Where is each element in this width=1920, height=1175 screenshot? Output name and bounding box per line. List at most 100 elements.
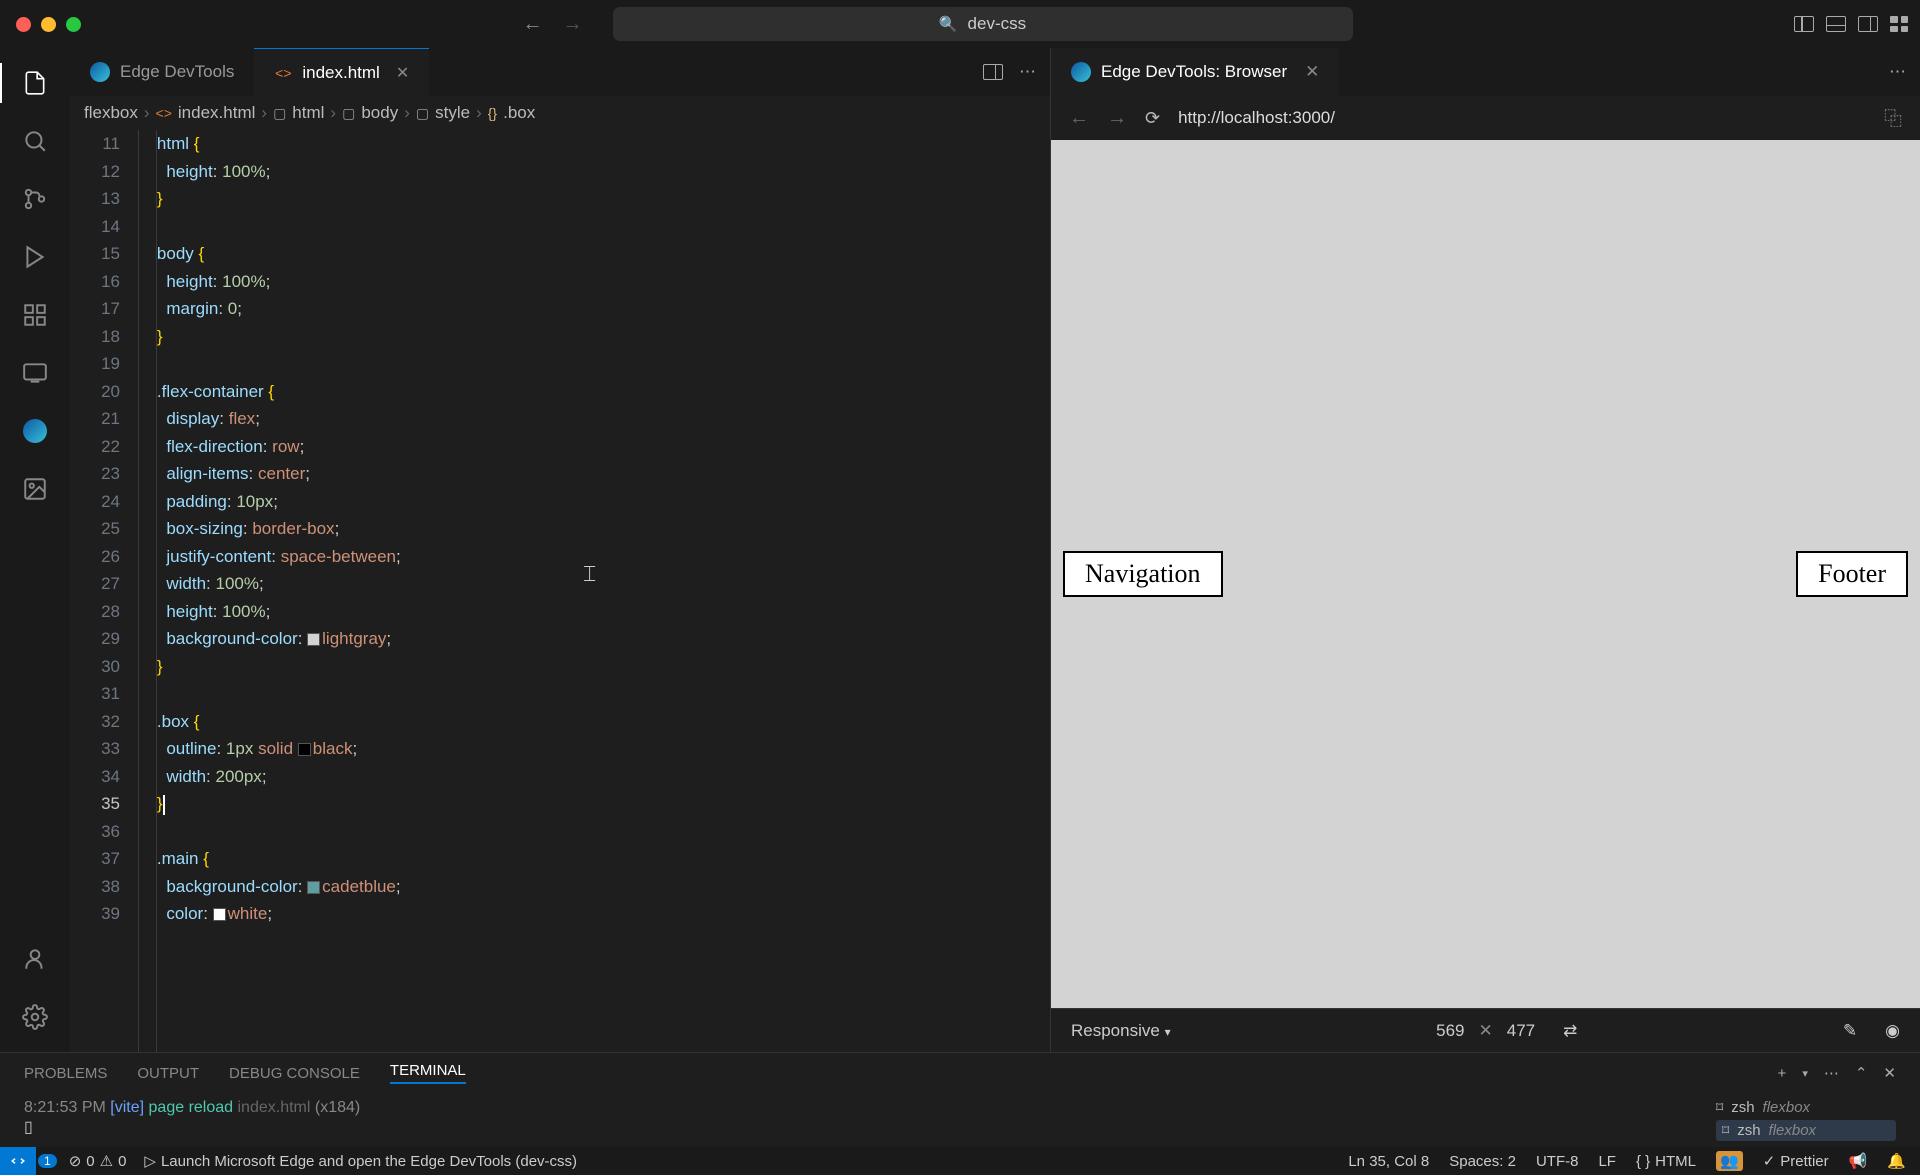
eol[interactable]: LF: [1598, 1153, 1616, 1170]
screencast-icon[interactable]: ✎: [1843, 1021, 1857, 1041]
close-window[interactable]: [16, 17, 31, 32]
html-file-icon: <>: [274, 64, 292, 82]
terminal-file: index.html: [238, 1099, 311, 1116]
close-tab-icon[interactable]: ✕: [1305, 62, 1319, 82]
url-input[interactable]: http://localhost:3000/: [1178, 108, 1866, 128]
debug-icon: ▷: [144, 1152, 156, 1170]
terminal-count: (x184): [315, 1099, 360, 1116]
close-panel-icon[interactable]: ✕: [1883, 1064, 1896, 1082]
panel-bottom-icon[interactable]: [1826, 16, 1846, 32]
activity-bar: [0, 48, 70, 1052]
terminal[interactable]: 8:21:53 PM [vite] page reload index.html…: [0, 1093, 1920, 1147]
breadcrumb-item[interactable]: style: [435, 103, 470, 123]
back-arrow[interactable]: ←: [523, 13, 543, 36]
tab-edge-browser[interactable]: Edge DevTools: Browser ✕: [1051, 48, 1339, 96]
customize-layout-icon[interactable]: [1890, 16, 1908, 32]
errors-warnings[interactable]: ⊘0 ⚠0: [69, 1152, 127, 1170]
live-share-icon[interactable]: 👥: [1716, 1151, 1743, 1171]
edge-icon: [90, 62, 110, 82]
edge-icon: [1071, 62, 1091, 82]
cursor-position[interactable]: Ln 35, Col 8: [1348, 1153, 1429, 1170]
encoding[interactable]: UTF-8: [1536, 1153, 1579, 1170]
accounts-icon[interactable]: [20, 944, 50, 974]
extensions-icon[interactable]: [20, 300, 50, 330]
bottom-panel: PROBLEMS OUTPUT DEBUG CONSOLE TERMINAL +…: [0, 1052, 1920, 1147]
forward-arrow[interactable]: →: [563, 13, 583, 36]
maximize-window[interactable]: [66, 17, 81, 32]
breadcrumb-item[interactable]: index.html: [178, 103, 255, 123]
maximize-panel-icon[interactable]: ⌃: [1855, 1064, 1868, 1082]
explorer-icon[interactable]: [20, 68, 50, 98]
tab-index-html[interactable]: <> index.html ✕: [254, 48, 429, 96]
editor-tabs: Edge DevTools <> index.html ✕ ⋯: [70, 48, 1050, 96]
split-editor-icon[interactable]: [983, 64, 1003, 80]
browser-tabs: Edge DevTools: Browser ✕ ⋯: [1051, 48, 1920, 96]
more-terminal-actions-icon[interactable]: ⋯: [1824, 1064, 1839, 1082]
preview-box-footer: Footer: [1796, 551, 1908, 597]
indentation[interactable]: Spaces: 2: [1449, 1153, 1516, 1170]
emulation-settings-icon[interactable]: ◉: [1885, 1021, 1900, 1041]
remote-indicator[interactable]: [0, 1147, 36, 1175]
close-tab-icon[interactable]: ✕: [396, 63, 409, 83]
shell-icon: ⌑: [1716, 1099, 1723, 1116]
terminal-tag: [vite]: [110, 1099, 144, 1116]
breadcrumb-item[interactable]: body: [361, 103, 398, 123]
search-text: dev-css: [968, 14, 1027, 34]
symbol-icon: ▢: [273, 105, 286, 122]
editor-group-left: Edge DevTools <> index.html ✕ ⋯ flexbox›…: [70, 48, 1050, 1052]
html-file-icon: <>: [156, 105, 172, 121]
notifications-badge[interactable]: 1: [38, 1154, 57, 1168]
browser-forward-icon[interactable]: →: [1107, 107, 1127, 130]
panel-left-icon[interactable]: [1794, 16, 1814, 32]
new-terminal-icon[interactable]: +: [1778, 1065, 1787, 1082]
run-debug-icon[interactable]: [20, 242, 50, 272]
feedback-icon[interactable]: 📢: [1849, 1152, 1868, 1170]
terminal-item[interactable]: ⌑ zsh flexbox: [1716, 1099, 1896, 1116]
rotate-icon[interactable]: ⇄: [1563, 1021, 1577, 1041]
terminal-prompt: ▯: [24, 1117, 1716, 1137]
code-content[interactable]: ⌶ html { height: 100%; } body { height: …: [138, 130, 1050, 1052]
warning-icon: ⚠: [100, 1152, 113, 1170]
browser-preview[interactable]: Navigation Footer: [1051, 140, 1920, 1008]
edge-tools-icon[interactable]: [20, 416, 50, 446]
tab-label: index.html: [302, 63, 379, 83]
image-preview-icon[interactable]: [20, 474, 50, 504]
tab-problems[interactable]: PROBLEMS: [24, 1065, 107, 1082]
titlebar: ← → 🔍 dev-css: [0, 0, 1920, 48]
viewport-width[interactable]: 569: [1436, 1021, 1464, 1041]
terminal-list: ⌑ zsh flexbox ⌑ zsh flexbox: [1716, 1099, 1896, 1141]
browser-back-icon[interactable]: ←: [1069, 107, 1089, 130]
tab-debug-console[interactable]: DEBUG CONSOLE: [229, 1065, 360, 1082]
tab-terminal[interactable]: TERMINAL: [390, 1062, 466, 1084]
breadcrumb-item[interactable]: html: [292, 103, 324, 123]
breadcrumb-item[interactable]: .box: [503, 103, 535, 123]
breadcrumb[interactable]: flexbox› <> index.html› ▢ html› ▢ body› …: [70, 96, 1050, 130]
remote-explorer-icon[interactable]: [20, 358, 50, 388]
terminal-item[interactable]: ⌑ zsh flexbox: [1716, 1120, 1896, 1141]
window-controls: [16, 17, 81, 32]
notifications-icon[interactable]: 🔔: [1887, 1152, 1906, 1170]
statusbar: 1 ⊘0 ⚠0 ▷ Launch Microsoft Edge and open…: [0, 1147, 1920, 1175]
breadcrumb-item[interactable]: flexbox: [84, 103, 138, 123]
launch-hint[interactable]: ▷ Launch Microsoft Edge and open the Edg…: [144, 1152, 577, 1170]
settings-icon[interactable]: [20, 1002, 50, 1032]
minimize-window[interactable]: [41, 17, 56, 32]
reload-icon[interactable]: ⟳: [1145, 108, 1160, 129]
inspect-icon[interactable]: ⿻: [1884, 105, 1902, 131]
device-select[interactable]: Responsive ▾: [1071, 1021, 1171, 1041]
source-control-icon[interactable]: [20, 184, 50, 214]
tab-output[interactable]: OUTPUT: [137, 1065, 199, 1082]
language-mode[interactable]: { } HTML: [1636, 1153, 1696, 1170]
more-actions-icon[interactable]: ⋯: [1889, 62, 1906, 82]
viewport-height[interactable]: 477: [1507, 1021, 1535, 1041]
tab-label: Edge DevTools: Browser: [1101, 62, 1287, 82]
code-editor[interactable]: 1112131415161718192021222324252627282930…: [70, 130, 1050, 1052]
more-actions-icon[interactable]: ⋯: [1019, 62, 1036, 82]
command-center[interactable]: 🔍 dev-css: [613, 7, 1353, 41]
tab-edge-devtools[interactable]: Edge DevTools: [70, 48, 254, 96]
search-activity-icon[interactable]: [20, 126, 50, 156]
terminal-dropdown-icon[interactable]: ▾: [1802, 1067, 1808, 1080]
search-icon: 🔍: [939, 15, 958, 33]
panel-right-icon[interactable]: [1858, 16, 1878, 32]
prettier-status[interactable]: ✓ Prettier: [1763, 1152, 1829, 1170]
